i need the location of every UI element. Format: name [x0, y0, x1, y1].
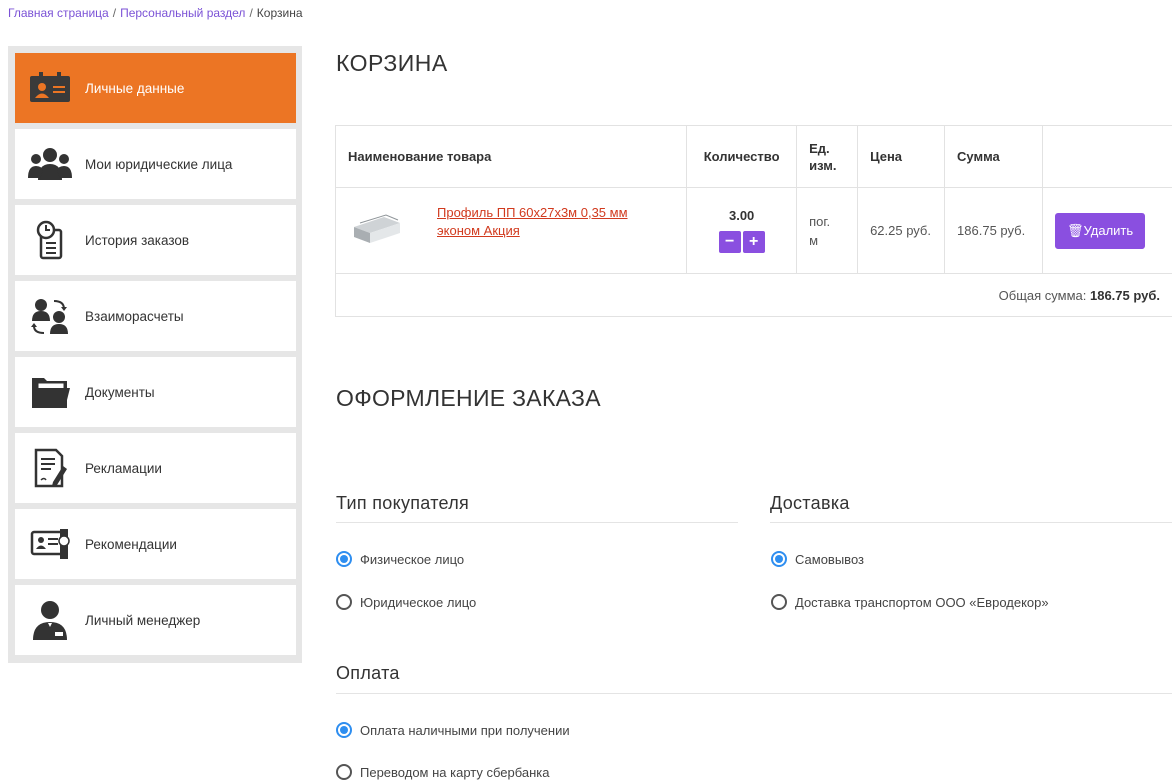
sidebar-item-label: Взаиморасчеты	[85, 308, 184, 324]
delivery-pickup-radio[interactable]: Самовывоз	[771, 551, 864, 567]
table-row: Профиль ПП 60х27х3м 0,35 мм эконом Акция …	[334, 187, 1172, 274]
order-history-icon	[15, 205, 85, 275]
sidebar-item-label: Рекомендации	[85, 536, 177, 552]
radio-circle[interactable]	[771, 551, 787, 567]
quantity-cell: 3.00 − +	[686, 187, 798, 274]
radio-label: Физическое лицо	[360, 551, 465, 567]
sidebar-item-order-history[interactable]: История заказов	[15, 205, 296, 275]
breadcrumb: Главная страница / Персональный раздел / Кор…	[8, 6, 303, 20]
radio-circle[interactable]	[771, 594, 787, 610]
payment-title: Оплата	[336, 663, 400, 683]
product-name-link[interactable]: Профиль ПП 60х27х3м 0,35 мм эконом Акция	[437, 204, 677, 240]
breadcrumb-home-link[interactable]: Главная страница	[8, 6, 109, 20]
cart-header-row: Наименование товара Количество Ед. изм. Ц…	[334, 125, 1172, 188]
sidebar-item-personal-data[interactable]: Личные данные	[15, 53, 296, 123]
unit-cell: пог. м	[796, 187, 859, 274]
decrease-quantity-button[interactable]: −	[718, 231, 741, 253]
buyer-type-title: Тип покупателя	[336, 493, 470, 513]
delivery-transport-radio[interactable]: Доставка транспортом ООО «Евродекор»	[771, 594, 1049, 610]
sidebar-item-settlements[interactable]: Взаиморасчеты	[15, 281, 296, 351]
column-header-price: Цена	[857, 125, 946, 188]
quantity-value: 3.00	[728, 208, 755, 223]
total-label: Общая сумма:	[998, 287, 1087, 303]
radio-circle[interactable]	[336, 551, 352, 567]
breadcrumb-separator: /	[249, 6, 253, 20]
payment-cash-radio[interactable]: Оплата наличными при получении	[336, 722, 570, 738]
sidebar-item-legal-entities[interactable]: Мои юридические лица	[15, 129, 296, 199]
buyer-type-divider	[336, 522, 738, 523]
column-header-qty: Количество	[686, 125, 798, 188]
sidebar-item-recommendations[interactable]: Рекомендации	[15, 509, 296, 579]
radio-label: Переводом на карту сбербанка	[360, 764, 550, 780]
radio-circle[interactable]	[336, 764, 352, 780]
radio-label: Оплата наличными при получении	[360, 722, 570, 738]
delivery-divider	[770, 522, 1172, 523]
id-card-icon	[15, 53, 85, 123]
sidebar-item-label: История заказов	[85, 232, 190, 248]
sidebar-item-label: Мои юридические лица	[85, 156, 233, 172]
sum-cell: 186.75 руб.	[944, 187, 1044, 274]
cart-total-row: Общая сумма: 186.75 руб.	[335, 273, 1172, 317]
column-header-unit: Ед. изм.	[796, 125, 859, 188]
breadcrumb-personal-link[interactable]: Персональный раздел	[120, 6, 245, 20]
radio-label: Доставка транспортом ООО «Евродекор»	[795, 594, 1049, 610]
product-cell: Профиль ПП 60х27х3м 0,35 мм эконом Акция	[334, 187, 688, 274]
breadcrumb-separator: /	[112, 6, 117, 20]
radio-label: Самовывоз	[795, 551, 864, 567]
trash-icon: 🗑	[1067, 222, 1084, 238]
sidebar-item-claims[interactable]: Рекламации	[15, 433, 296, 503]
delete-item-button[interactable]: 🗑Удалить	[1055, 212, 1146, 249]
radio-circle[interactable]	[336, 594, 352, 610]
total-value: 186.75 руб.	[1089, 287, 1160, 303]
sidebar: Личные данные Мои юридические лица Истор…	[8, 46, 302, 663]
certificate-icon	[15, 509, 85, 579]
cart-title: КОРЗИНА	[336, 50, 448, 76]
radio-circle[interactable]	[336, 722, 352, 738]
total-cell: Общая сумма: 186.75 руб.	[335, 273, 1172, 317]
buyer-type-individual-radio[interactable]: Физическое лицо	[336, 551, 464, 567]
claim-edit-icon	[15, 433, 85, 503]
sidebar-item-label: Рекламации	[85, 460, 162, 476]
product-thumbnail[interactable]	[350, 213, 406, 250]
users-group-icon	[15, 129, 85, 199]
sidebar-item-documents[interactable]: Документы	[15, 357, 296, 427]
sidebar-item-label: Личный менеджер	[85, 612, 201, 628]
minus-icon: −	[724, 233, 735, 250]
actions-cell: 🗑Удалить	[1042, 187, 1172, 274]
plus-icon: +	[748, 233, 759, 250]
cart-table: Наименование товара Количество Ед. изм. Ц…	[334, 125, 1172, 317]
payment-divider	[336, 693, 1172, 694]
settlements-icon	[15, 281, 85, 351]
buyer-type-legal-radio[interactable]: Юридическое лицо	[336, 594, 476, 610]
delete-button-label: Удалить	[1083, 222, 1134, 238]
manager-icon	[15, 585, 85, 655]
checkout-title: ОФОРМЛЕНИЕ ЗАКАЗА	[336, 385, 601, 411]
sidebar-item-personal-manager[interactable]: Личный менеджер	[15, 585, 296, 655]
increase-quantity-button[interactable]: +	[742, 231, 765, 253]
sidebar-item-label: Документы	[85, 384, 155, 400]
payment-card-radio[interactable]: Переводом на карту сбербанка	[336, 764, 550, 780]
radio-label: Юридическое лицо	[360, 594, 477, 610]
delivery-title: Доставка	[770, 493, 850, 513]
price-cell: 62.25 руб.	[857, 187, 946, 274]
sidebar-item-label: Личные данные	[85, 80, 185, 96]
column-header-actions	[1042, 125, 1172, 188]
folder-documents-icon	[15, 357, 85, 427]
column-header-sum: Сумма	[944, 125, 1044, 188]
column-header-name: Наименование товара	[334, 125, 688, 188]
breadcrumb-current: Корзина	[256, 6, 303, 20]
